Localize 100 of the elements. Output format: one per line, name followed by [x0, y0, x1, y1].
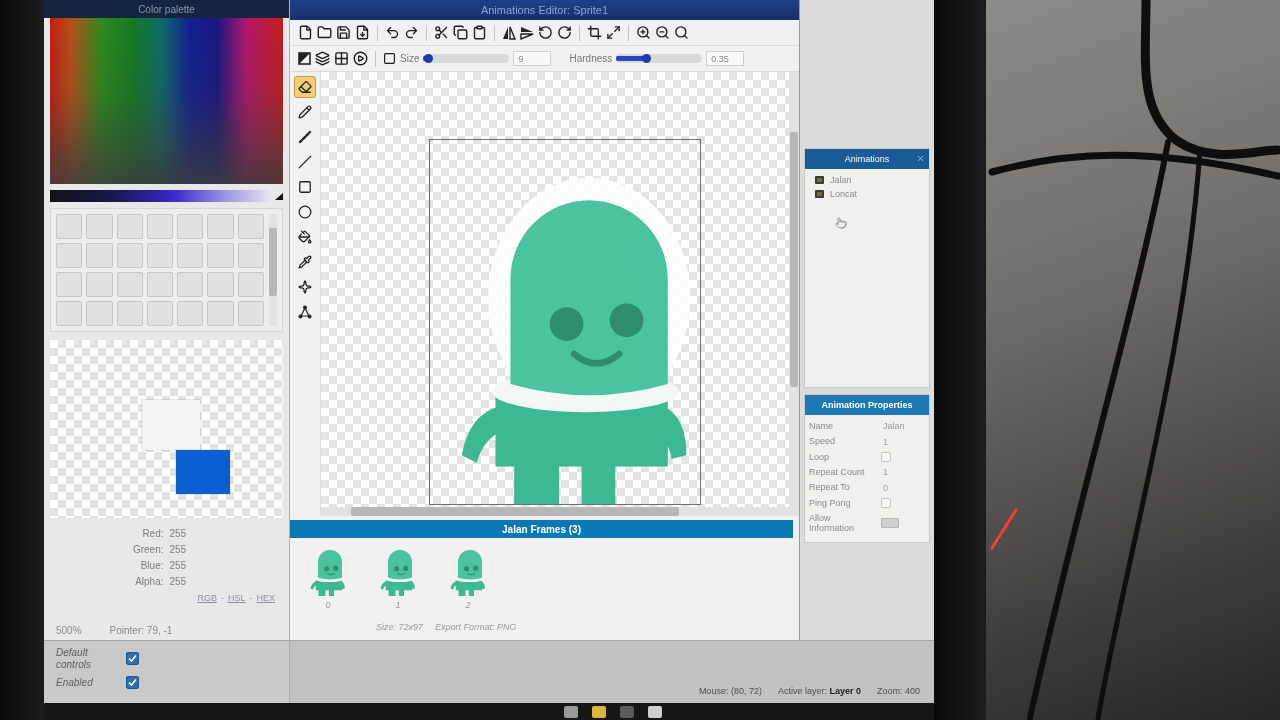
drawing-canvas[interactable] [321, 72, 789, 507]
color-swatch[interactable] [56, 214, 83, 239]
color-swatch[interactable] [207, 214, 234, 239]
channel-label: Alpha: [135, 576, 164, 587]
color-swatch[interactable] [177, 214, 204, 239]
color-swatch[interactable] [86, 272, 113, 297]
mode-link[interactable]: RGB [197, 593, 217, 603]
color-swatch[interactable] [237, 272, 264, 297]
frame-info: Size: 72x97 [376, 622, 424, 634]
color-swatch[interactable] [86, 214, 113, 239]
selection-icon[interactable] [383, 52, 396, 65]
paint-bucket-icon [298, 230, 312, 244]
folder-icon[interactable] [317, 25, 332, 40]
cut-icon[interactable] [434, 25, 449, 40]
color-swatch[interactable] [56, 301, 83, 326]
taskbar-app-icon[interactable] [564, 706, 578, 718]
color-swatch[interactable] [207, 272, 234, 297]
new-file-icon[interactable] [298, 25, 313, 40]
checkbox[interactable] [126, 652, 139, 665]
property-value[interactable]: 0 [875, 482, 888, 493]
zoom-out-icon[interactable] [655, 25, 670, 40]
flip-horizontal-icon[interactable] [502, 25, 516, 40]
color-swatch[interactable] [56, 243, 83, 268]
property-value[interactable]: 1 [875, 467, 888, 478]
resize-icon[interactable] [606, 25, 621, 40]
checkbox[interactable] [881, 451, 891, 462]
hardness-field[interactable]: 0.35 [706, 51, 745, 66]
frame-info: Export Format: PNG [435, 622, 517, 634]
layers-icon[interactable] [315, 51, 330, 66]
color-swatch[interactable] [116, 214, 143, 239]
property-value[interactable]: 1 [875, 436, 888, 447]
animation-item[interactable]: Loncat [815, 189, 919, 199]
color-swatch[interactable] [207, 243, 234, 268]
property-label: Allow Information [809, 513, 856, 534]
primary-color-swatch[interactable] [142, 400, 200, 450]
color-swatch[interactable] [177, 272, 204, 297]
checkbox[interactable] [126, 676, 139, 689]
taskbar-app-icon[interactable] [648, 706, 662, 718]
diagonal-square-icon[interactable] [298, 52, 311, 65]
nodes-icon [298, 305, 312, 319]
flip-vertical-icon[interactable] [520, 25, 534, 40]
color-swatch[interactable] [116, 301, 143, 326]
checkbox[interactable] [881, 497, 891, 508]
crop-icon[interactable] [587, 25, 602, 40]
rotate-left-icon[interactable] [538, 25, 553, 40]
property-value[interactable]: Jalan [875, 421, 905, 432]
hardness-slider[interactable] [616, 54, 703, 63]
search-icon[interactable] [674, 25, 689, 40]
paste-icon[interactable] [472, 25, 487, 40]
color-swatch[interactable] [237, 243, 264, 268]
undo-icon[interactable] [385, 25, 400, 40]
taskbar-app-icon[interactable] [620, 706, 634, 718]
copy-icon[interactable] [453, 25, 468, 40]
scrollbar[interactable] [321, 507, 799, 516]
color-swatch[interactable] [237, 301, 264, 326]
property-button[interactable] [881, 518, 899, 529]
color-swatch[interactable] [86, 301, 113, 326]
size-field[interactable]: 9 [513, 51, 552, 66]
eyedropper-icon [298, 255, 312, 269]
close-icon[interactable] [916, 154, 925, 163]
taskbar-app-icon[interactable] [592, 706, 606, 718]
save-icon[interactable] [336, 25, 351, 40]
scrollbar[interactable] [269, 214, 277, 326]
zoom-level: Zoom: 400 [876, 686, 920, 696]
frame-number: 0 [325, 600, 331, 610]
color-swatch[interactable] [86, 243, 113, 268]
shade-strip[interactable] [50, 190, 272, 202]
frames-header: Jalan Frames (3) [290, 520, 793, 538]
property-label: Loop [809, 451, 831, 463]
color-swatch[interactable] [146, 272, 174, 297]
color-swatch[interactable] [116, 272, 143, 297]
color-spectrum[interactable] [50, 18, 283, 184]
secondary-color-swatch[interactable] [176, 450, 230, 494]
rotate-right-icon[interactable] [557, 25, 572, 40]
channel-value: 255 [169, 576, 187, 587]
play-icon[interactable] [353, 51, 368, 66]
color-swatch[interactable] [146, 301, 174, 326]
color-swatch[interactable] [177, 243, 204, 268]
color-swatch[interactable] [207, 301, 234, 326]
color-swatch[interactable] [146, 214, 174, 239]
animation-item[interactable]: Jalan [815, 175, 919, 185]
color-swatch[interactable] [116, 243, 143, 268]
color-swatch[interactable] [177, 301, 204, 326]
export-file-icon[interactable] [355, 25, 370, 40]
mode-link[interactable]: HEX [256, 593, 275, 603]
link-separator: - [220, 593, 224, 603]
tool-button[interactable] [294, 76, 316, 98]
grid-icon[interactable] [334, 51, 349, 66]
slider-thumb[interactable] [641, 54, 651, 63]
slider-thumb[interactable] [424, 54, 434, 63]
zoom-in-icon[interactable] [636, 25, 651, 40]
mode-link[interactable]: HSL [227, 593, 246, 603]
color-swatch[interactable] [56, 272, 83, 297]
color-swatch[interactable] [146, 243, 174, 268]
scrollbar[interactable] [789, 72, 799, 507]
color-swatch[interactable] [237, 214, 264, 239]
window-title: Animations Editor: Sprite1 [290, 0, 799, 20]
size-slider[interactable] [423, 54, 510, 63]
channel-value: 255 [169, 560, 187, 571]
redo-icon[interactable] [404, 25, 419, 40]
